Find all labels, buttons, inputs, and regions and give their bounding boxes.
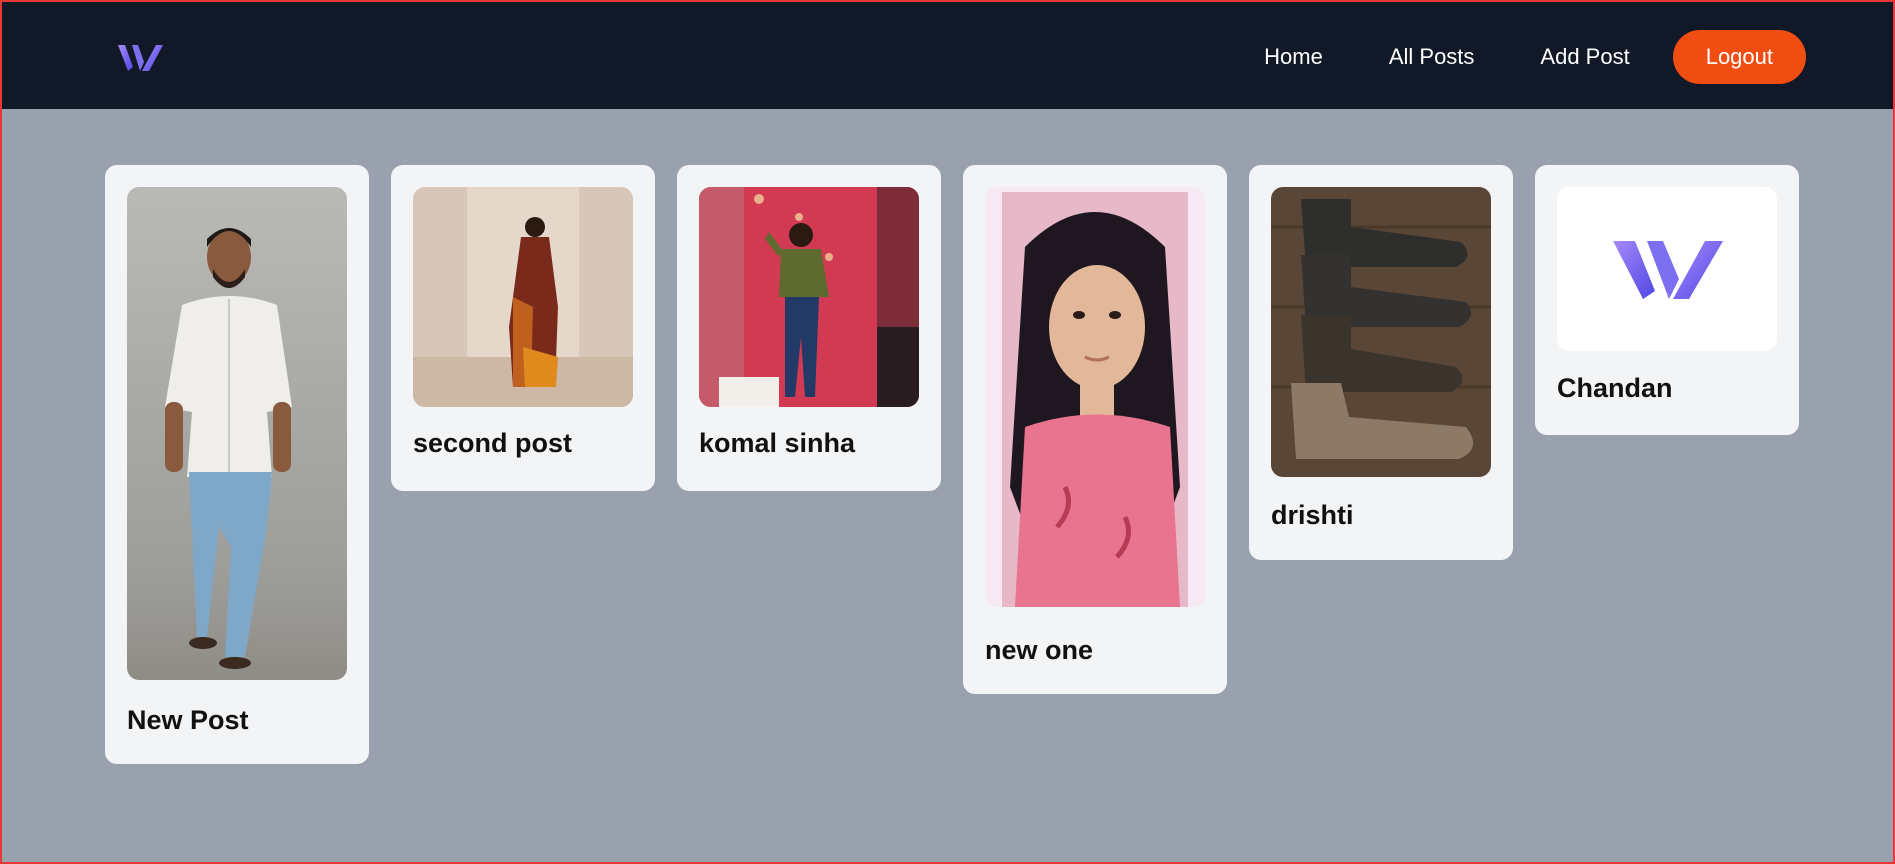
navbar: Home All Posts Add Post Logout: [2, 2, 1893, 109]
post-card[interactable]: drishti: [1249, 165, 1513, 560]
nav-home-link[interactable]: Home: [1231, 30, 1356, 84]
post-image[interactable]: [127, 187, 347, 680]
post-image[interactable]: [1271, 187, 1491, 477]
post-card[interactable]: Chandan: [1535, 165, 1799, 435]
post-image[interactable]: [413, 187, 633, 407]
post-card[interactable]: second post: [391, 165, 655, 491]
logo-icon[interactable]: [116, 42, 166, 74]
post-image[interactable]: [985, 187, 1205, 607]
post-title[interactable]: second post: [413, 428, 572, 459]
post-title[interactable]: komal sinha: [699, 428, 855, 459]
post-title[interactable]: drishti: [1271, 500, 1354, 531]
post-title[interactable]: New Post: [127, 705, 249, 736]
post-title[interactable]: new one: [985, 635, 1093, 666]
post-card[interactable]: New Post: [105, 165, 369, 764]
post-title[interactable]: Chandan: [1557, 373, 1673, 404]
post-image[interactable]: [699, 187, 919, 407]
logo-image[interactable]: [1557, 187, 1777, 351]
logout-button[interactable]: Logout: [1672, 30, 1806, 84]
post-card[interactable]: komal sinha: [677, 165, 941, 491]
nav-links: Home All Posts Add Post Logout: [1231, 30, 1806, 84]
post-card[interactable]: new one: [963, 165, 1227, 694]
nav-all-posts-link[interactable]: All Posts: [1356, 30, 1508, 84]
nav-add-post-link[interactable]: Add Post: [1507, 30, 1662, 84]
